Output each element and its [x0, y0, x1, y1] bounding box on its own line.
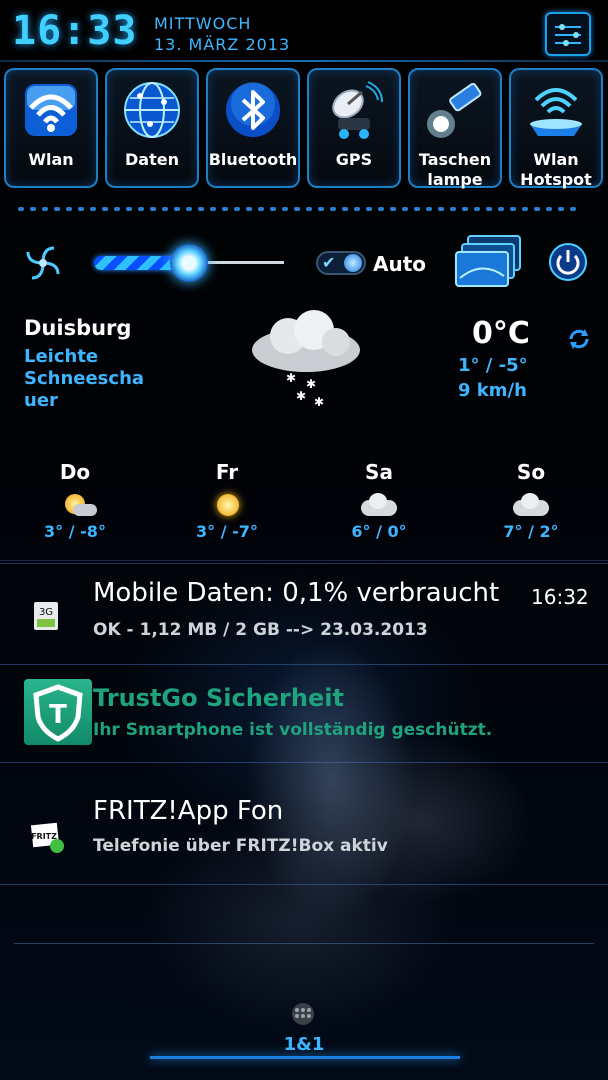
notification-subtitle: Ihr Smartphone ist vollständig geschützt…: [93, 720, 493, 740]
quick-toggles: Wlan Daten Bluetooth GPS Taschen lampe W…: [4, 68, 604, 190]
trustgo-icon: T: [24, 679, 92, 745]
notification-divider: [0, 563, 608, 564]
flashlight-icon: [427, 82, 482, 138]
brightness-track: [199, 261, 284, 264]
notification-divider: [0, 884, 608, 885]
toggle-label: GPS: [335, 150, 373, 169]
divider: [0, 560, 608, 561]
screens-icon[interactable]: [454, 234, 524, 290]
condition-line: Schneescha: [24, 368, 145, 389]
fritz-icon: FRITZ: [30, 818, 66, 854]
svg-text:✱: ✱: [306, 377, 316, 391]
toggle-gps[interactable]: GPS: [307, 68, 401, 188]
weather-condition: Leichte Schneescha uer: [24, 346, 164, 412]
sun-cloud-icon: [53, 490, 97, 520]
day-label: MITTWOCH: [154, 14, 252, 33]
svg-text:FRITZ: FRITZ: [31, 832, 57, 841]
forecast-day-label: Do: [59, 460, 91, 484]
toggle-label-line2: lampe: [427, 170, 483, 189]
weather-city: Duisburg: [24, 316, 132, 340]
forecast-day: Sa 6° / 0°: [324, 460, 434, 556]
toggle-daten[interactable]: Daten: [105, 68, 199, 188]
toggle-wlan-hotspot[interactable]: Wlan Hotspot: [509, 68, 603, 190]
toggle-label: Taschen lampe: [410, 150, 500, 190]
notification-subtitle: OK - 1,12 MB / 2 GB --> 23.03.2013: [93, 620, 428, 640]
control-row: ✔ Auto: [0, 226, 608, 296]
notification-divider: [0, 664, 608, 665]
cloud-icon: [357, 490, 401, 520]
snow-cloud-icon: ✱ ✱✱ ✱: [252, 310, 360, 409]
svg-text:T: T: [49, 700, 67, 730]
condition-line: Leichte: [24, 346, 99, 367]
toggle-taschenlampe[interactable]: Taschen lampe: [408, 68, 502, 190]
brightness-knob[interactable]: [170, 244, 208, 282]
weather-wind: 9 km/h: [458, 380, 527, 401]
notification-divider: [0, 762, 608, 763]
wifi-icon: [25, 84, 77, 136]
forecast-day-label: Sa: [365, 460, 393, 484]
hotspot-icon: [530, 88, 582, 136]
auto-label: Auto: [373, 252, 427, 276]
forecast-day-label: So: [516, 460, 546, 484]
svg-text:✱: ✱: [296, 389, 306, 403]
forecast-temps: 3° / -8°: [44, 522, 106, 541]
mobile-data-icon: 3G: [34, 602, 58, 630]
status-header: 16:33 MITTWOCH 13. MÄRZ 2013: [0, 0, 608, 62]
notification-time: 16:32: [531, 585, 589, 609]
screen-rotation-icon[interactable]: [22, 242, 64, 284]
notification-title[interactable]: TrustGo Sicherheit: [93, 684, 344, 712]
page-indicator: 1&1: [283, 1034, 325, 1055]
toggle-dot: [344, 254, 362, 272]
toggle-bluetooth[interactable]: Bluetooth: [206, 68, 300, 188]
forecast-day: Do 3° / -8°: [20, 460, 130, 556]
globe-icon: [124, 82, 180, 138]
clock: 16:33: [12, 8, 138, 54]
toggle-label: Wlan: [28, 150, 74, 169]
date-label: 13. MÄRZ 2013: [154, 35, 291, 54]
toggle-label: Daten: [125, 150, 179, 169]
settings-icon[interactable]: [545, 12, 591, 56]
auto-brightness-toggle[interactable]: ✔: [316, 251, 366, 275]
svg-text:✱: ✱: [286, 371, 296, 385]
notification-title[interactable]: Mobile Daten: 0,1% verbraucht: [93, 578, 499, 608]
dock-divider: [14, 943, 594, 944]
svg-text:3G: 3G: [39, 607, 53, 618]
toggle-wlan[interactable]: Wlan: [4, 68, 98, 188]
cloud-icon: [509, 490, 553, 520]
notification-subtitle: Telefonie über FRITZ!Box aktiv: [93, 836, 388, 856]
notification-title[interactable]: FRITZ!App Fon: [93, 796, 283, 826]
satellite-icon: [332, 81, 383, 139]
toggle-label: Bluetooth: [208, 150, 298, 169]
forecast-temps: 3° / -7°: [196, 522, 258, 541]
check-icon: ✔: [322, 253, 336, 272]
toggle-label-line1: Taschen: [418, 150, 492, 169]
weather-hi-lo: 1° / -5°: [458, 355, 528, 376]
toggle-label-line2: Hotspot: [520, 170, 592, 189]
forecast-day: So 7° / 2°: [476, 460, 586, 556]
forecast-temps: 7° / 2°: [503, 522, 559, 541]
forecast-temps: 6° / 0°: [351, 522, 407, 541]
weather-temperature: 0°C: [472, 316, 530, 351]
app-drawer-icon[interactable]: [280, 1002, 326, 1026]
header-divider: [0, 60, 608, 62]
bottom-glow: [150, 1056, 460, 1059]
forecast-day-label: Fr: [215, 460, 239, 484]
bluetooth-icon: [226, 82, 280, 137]
condition-line: uer: [24, 390, 58, 411]
svg-text:✱: ✱: [314, 395, 324, 409]
forecast-day: Fr 3° / -7°: [172, 460, 282, 556]
sun-icon: [205, 490, 249, 520]
power-icon[interactable]: [548, 242, 588, 282]
toggle-label: Wlan Hotspot: [511, 150, 601, 190]
brightness-slider[interactable]: [94, 244, 284, 282]
tile-indicator-row: [18, 196, 582, 211]
refresh-icon[interactable]: [566, 326, 592, 352]
toggle-label-line1: Wlan: [533, 150, 579, 169]
